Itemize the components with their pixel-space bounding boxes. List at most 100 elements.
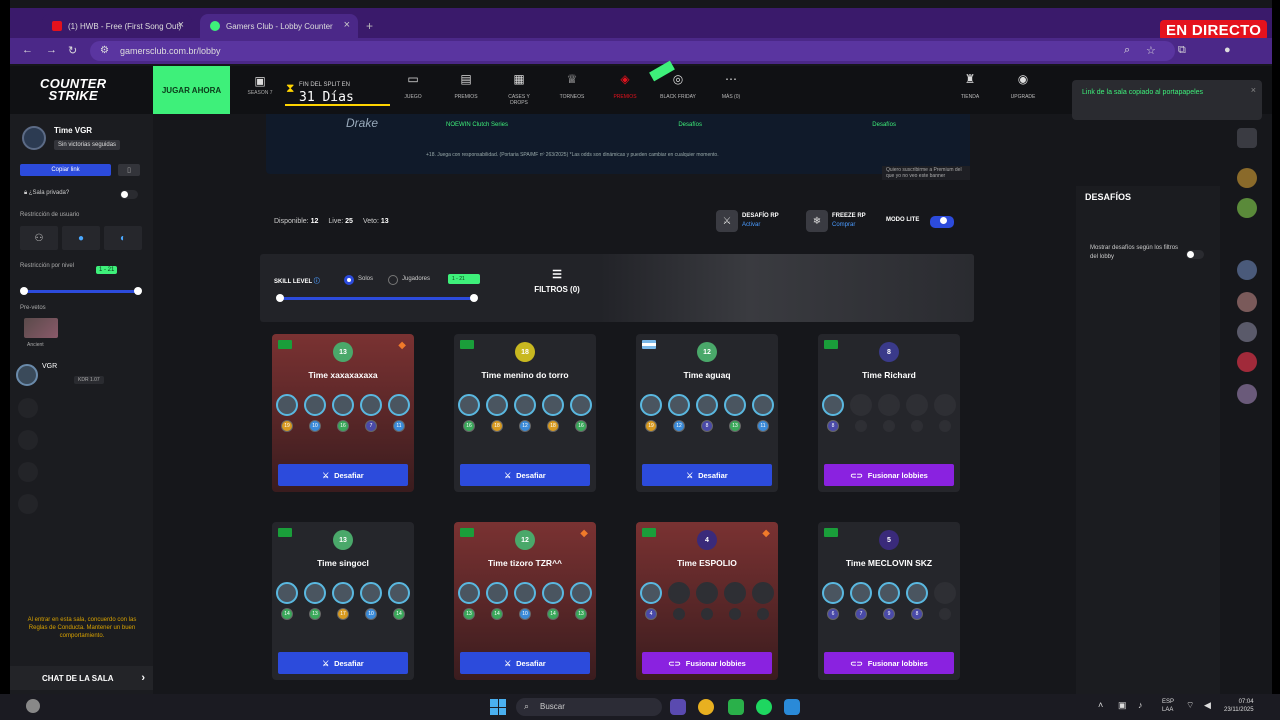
player-avatar[interactable] — [514, 394, 536, 416]
filters-button[interactable]: ☰ FILTROS (0) — [522, 268, 592, 294]
close-icon[interactable]: × — [178, 19, 184, 31]
player-avatar[interactable] — [276, 394, 298, 416]
player-avatar[interactable] — [696, 394, 718, 416]
nav-item-cases[interactable]: ▦ CASES Y DROPS — [499, 72, 539, 106]
player-avatar[interactable] — [570, 394, 592, 416]
restriction-all-button[interactable]: ⚇ — [20, 226, 58, 250]
merge-lobbies-button[interactable]: ⊂⊃ Fusionar lobbies — [642, 652, 772, 674]
empty-member-slot[interactable] — [18, 462, 38, 482]
friend-avatar[interactable] — [1237, 260, 1257, 280]
mic-icon[interactable]: ♪ — [1138, 700, 1143, 710]
friend-avatar[interactable] — [1237, 168, 1257, 188]
counter-strike-logo[interactable]: COUNTER STRIKE — [40, 77, 106, 102]
player-avatar[interactable] — [724, 394, 746, 416]
nav-item-black-friday[interactable]: ◎ BLACK FRIDAY — [658, 72, 698, 100]
challenge-button[interactable]: ⚔ Desafiar — [460, 464, 590, 486]
player-avatar[interactable] — [458, 582, 480, 604]
forward-icon[interactable]: → — [46, 44, 57, 56]
steam-icon[interactable] — [784, 699, 800, 715]
ad-banner[interactable]: Drake NOEWIN Clutch Series Desafíos Desa… — [266, 114, 970, 180]
challenge-button[interactable]: ⚔ Desafiar — [642, 464, 772, 486]
friend-avatar[interactable] — [1237, 322, 1257, 342]
chevron-up-icon[interactable]: ˄ — [1098, 700, 1103, 710]
lobby-card[interactable]: 5 Time MECLOVIN SKZ 6 7 9 8 ⊂⊃ Fusionar lobb… — [818, 522, 960, 680]
player-avatar[interactable] — [388, 582, 410, 604]
nav-item-tienda[interactable]: ♜ TIENDA — [950, 72, 990, 100]
player-avatar[interactable] — [752, 394, 774, 416]
jugadores-radio[interactable] — [388, 275, 398, 285]
empty-member-slot[interactable] — [18, 494, 38, 514]
language-indicator[interactable]: ESP LAA — [1162, 698, 1174, 714]
empty-member-slot[interactable] — [18, 430, 38, 450]
lobby-card[interactable]: 12 ◆ Time tizoro TZR^^ 13 14 10 14 13 ⚔ Desaf… — [454, 522, 596, 680]
modo-lite-toggle[interactable] — [930, 216, 954, 228]
member-avatar[interactable] — [16, 364, 38, 386]
player-avatar[interactable] — [822, 394, 844, 416]
player-avatar[interactable] — [304, 394, 326, 416]
nav-item-torneos[interactable]: ♕ TORNEOS — [552, 72, 592, 100]
player-avatar[interactable] — [332, 582, 354, 604]
player-avatar[interactable] — [304, 582, 326, 604]
friend-avatar[interactable] — [1237, 384, 1257, 404]
zoom-icon[interactable]: ⌕ — [1124, 44, 1130, 57]
player-avatar[interactable] — [542, 582, 564, 604]
empty-member-slot[interactable] — [18, 398, 38, 418]
map-thumbnail[interactable] — [24, 318, 58, 338]
room-chat-button[interactable]: CHAT DE LA SALA › — [10, 666, 153, 690]
player-avatar[interactable] — [360, 394, 382, 416]
level-range-slider[interactable] — [20, 287, 142, 295]
freeze-rp-feature[interactable]: ❄ FREEZE RP Comprar — [806, 210, 866, 232]
private-room-toggle[interactable] — [120, 190, 138, 199]
player-avatar[interactable] — [276, 582, 298, 604]
season-item[interactable]: ▣ SEASON 7 — [240, 74, 280, 96]
player-avatar[interactable] — [486, 394, 508, 416]
restriction-verified-button[interactable]: ● — [62, 226, 100, 250]
lobby-card[interactable]: 18 Time menino do torro 16 18 12 18 16 ⚔ Desa… — [454, 334, 596, 492]
close-icon[interactable]: × — [344, 19, 350, 31]
chat-icon[interactable] — [1237, 128, 1257, 148]
player-avatar[interactable] — [388, 394, 410, 416]
back-icon[interactable]: ← — [22, 44, 33, 56]
merge-lobbies-button[interactable]: ⊂⊃ Fusionar lobbies — [824, 464, 954, 486]
player-avatar[interactable] — [640, 394, 662, 416]
player-avatar[interactable] — [850, 582, 872, 604]
lobby-card[interactable]: 12 Time aguaq 19 12 8 13 11 ⚔ Desafiar — [636, 334, 778, 492]
restriction-premium-button[interactable]: ◐ — [104, 226, 142, 250]
lobby-card[interactable]: 13 Time singocl 14 13 17 10 14 ⚔ Desafiar — [272, 522, 414, 680]
profile-icon[interactable]: ● — [1224, 44, 1231, 56]
desafio-rp-feature[interactable]: ⚔ DESAFÍO RP Activar — [716, 210, 779, 232]
trash-icon[interactable]: ▯ — [118, 164, 140, 176]
player-avatar[interactable] — [668, 394, 690, 416]
url-input[interactable]: ⚙ gamersclub.com.br/lobby — [90, 41, 1175, 61]
player-avatar[interactable] — [906, 582, 928, 604]
player-avatar[interactable] — [822, 582, 844, 604]
player-avatar[interactable] — [878, 582, 900, 604]
reload-icon[interactable]: ↻ — [68, 44, 77, 57]
tab-youtube[interactable]: (1) HWB - Free (First Song Out) × — [42, 14, 192, 38]
tray-app-icon[interactable]: ▣ — [1118, 700, 1127, 711]
lobby-card[interactable]: 4 ◆ Time ESPOLIO 4 ⊂⊃ Fusionar lobbies — [636, 522, 778, 680]
player-avatar[interactable] — [514, 582, 536, 604]
nav-item-premios[interactable]: ▤ PREMIOS — [446, 72, 486, 100]
app-icon[interactable] — [670, 699, 686, 715]
spotify-icon[interactable] — [756, 699, 772, 715]
friend-avatar[interactable] — [1237, 198, 1257, 218]
desafios-filter-toggle[interactable] — [1186, 250, 1204, 259]
skill-range-slider[interactable] — [276, 294, 478, 302]
volume-icon[interactable]: ◀ — [1204, 700, 1211, 711]
solos-radio[interactable] — [344, 275, 354, 285]
new-tab-button[interactable]: + — [366, 19, 373, 33]
player-avatar[interactable] — [486, 582, 508, 604]
lobby-card[interactable]: 8 Time Richard 8 ⊂⊃ Fusionar lobbies — [818, 334, 960, 492]
friend-avatar[interactable] — [1237, 352, 1257, 372]
play-now-button[interactable]: JUGAR AHORA — [153, 66, 230, 114]
taskbar-search[interactable]: ⌕ Buscar — [516, 698, 662, 716]
copy-link-button[interactable]: Copiar link — [20, 164, 111, 176]
nav-item-juego[interactable]: ▭ JUEGO — [393, 72, 433, 100]
player-avatar[interactable] — [332, 394, 354, 416]
challenge-button[interactable]: ⚔ Desafiar — [278, 464, 408, 486]
player-avatar[interactable] — [570, 582, 592, 604]
site-info-icon[interactable]: ⚙ — [100, 45, 109, 56]
nav-item-premios-2[interactable]: ◈ PREMIOS — [605, 72, 645, 100]
tab-gamersclub[interactable]: Gamers Club - Lobby Counter × — [200, 14, 358, 38]
